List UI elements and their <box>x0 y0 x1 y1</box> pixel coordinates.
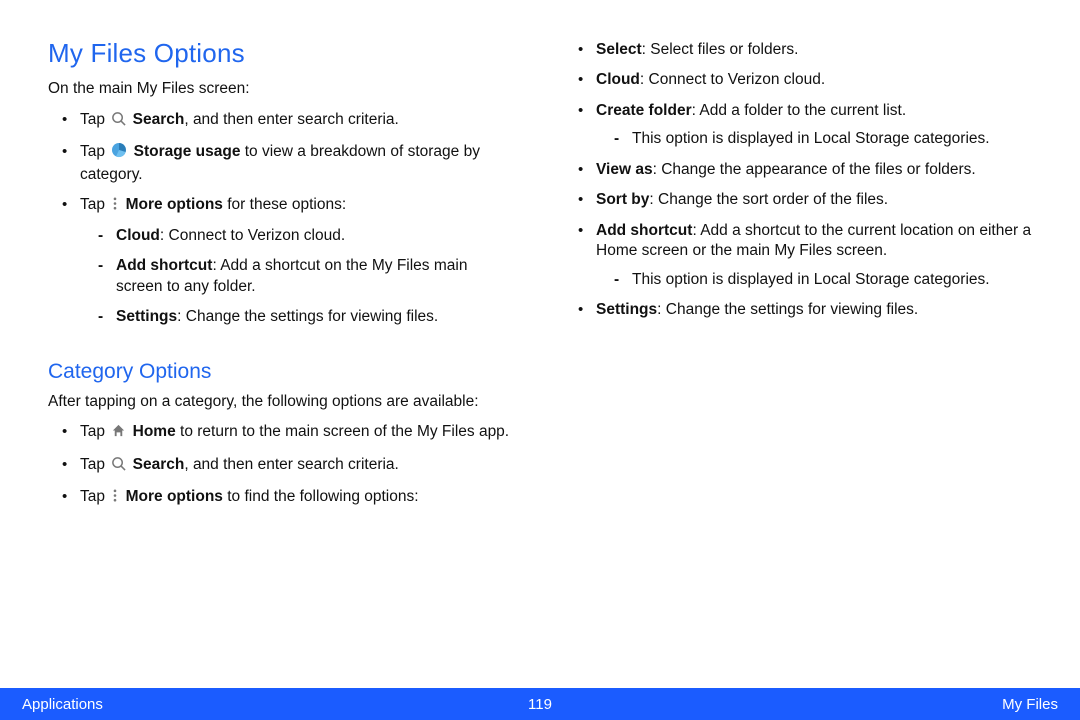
bold-term: Cloud <box>116 227 160 244</box>
text: This option is displayed in Local Storag… <box>632 130 990 147</box>
bold-term: More options <box>126 488 223 505</box>
list-item: Add shortcut: Add a shortcut to the curr… <box>582 221 1032 290</box>
sub-list: This option is displayed in Local Storag… <box>618 270 1032 290</box>
text: to return to the main screen of the My F… <box>176 423 509 440</box>
footer-page-number: 119 <box>367 696 712 713</box>
bold-term: Add shortcut <box>596 222 692 239</box>
right-bullet-list: Select: Select files or folders. Cloud: … <box>582 40 1032 331</box>
text: : Connect to Verizon cloud. <box>640 71 825 88</box>
sub-list: This option is displayed in Local Storag… <box>618 129 1032 149</box>
list-item: Tap Search, and then enter search criter… <box>66 110 516 132</box>
more-options-icon <box>111 488 119 509</box>
category-bullet-list: Tap Home to return to the main screen of… <box>66 422 516 519</box>
bold-term: More options <box>126 196 223 213</box>
list-item: Cloud: Connect to Verizon cloud. <box>102 226 516 246</box>
list-item: Tap More options for these options: Clou… <box>66 195 516 327</box>
text: : Connect to Verizon cloud. <box>160 227 345 244</box>
page-footer: Applications 119 My Files <box>0 688 1080 720</box>
bold-term: Settings <box>596 301 657 318</box>
text: to find the following options: <box>223 488 419 505</box>
text: : Change the appearance of the files or … <box>653 161 976 178</box>
more-options-icon <box>111 196 119 217</box>
bold-term: View as <box>596 161 653 178</box>
bold-term: Cloud <box>596 71 640 88</box>
intro-text: On the main My Files screen: <box>48 79 516 100</box>
text: Tap <box>80 143 109 160</box>
text: Tap <box>80 488 109 505</box>
list-item: Add shortcut: Add a shortcut on the My F… <box>102 256 516 297</box>
text: : Change the settings for viewing files. <box>177 308 438 325</box>
text: This option is displayed in Local Storag… <box>632 271 990 288</box>
list-item: Tap Home to return to the main screen of… <box>66 422 516 444</box>
footer-left: Applications <box>22 696 367 713</box>
text: , and then enter search criteria. <box>184 456 399 473</box>
section-heading: My Files Options <box>48 38 516 69</box>
list-item: Tap Storage usage to view a breakdown of… <box>66 142 516 185</box>
bold-term: Search <box>133 456 185 473</box>
bold-term: Search <box>133 111 185 128</box>
text: : Change the settings for viewing files. <box>657 301 918 318</box>
text: Tap <box>80 196 109 213</box>
list-item: Create folder: Add a folder to the curre… <box>582 101 1032 150</box>
text: : Select files or folders. <box>642 41 799 58</box>
storage-icon <box>111 142 127 164</box>
list-item: Settings: Change the settings for viewin… <box>582 300 1032 320</box>
bold-term: Settings <box>116 308 177 325</box>
text: : Change the sort order of the files. <box>649 191 888 208</box>
list-item: This option is displayed in Local Storag… <box>618 270 1032 290</box>
list-item: Settings: Change the settings for viewin… <box>102 307 516 327</box>
list-item: This option is displayed in Local Storag… <box>618 129 1032 149</box>
text: : Add a folder to the current list. <box>692 102 907 119</box>
footer-right: My Files <box>713 696 1058 713</box>
main-bullet-list: Tap Search, and then enter search criter… <box>66 110 516 338</box>
home-icon <box>111 423 126 444</box>
sub-intro-text: After tapping on a category, the followi… <box>48 392 516 413</box>
right-column: Select: Select files or folders. Cloud: … <box>564 38 1032 668</box>
list-item: View as: Change the appearance of the fi… <box>582 160 1032 180</box>
text: Tap <box>80 456 109 473</box>
list-item: Sort by: Change the sort order of the fi… <box>582 190 1032 210</box>
bold-term: Sort by <box>596 191 649 208</box>
list-item: Select: Select files or folders. <box>582 40 1032 60</box>
subsection-heading: Category Options <box>48 360 516 384</box>
list-item: Tap Search, and then enter search criter… <box>66 455 516 477</box>
search-icon <box>111 456 126 477</box>
text: Tap <box>80 423 109 440</box>
search-icon <box>111 111 126 132</box>
list-item: Tap More options to find the following o… <box>66 487 516 509</box>
text: for these options: <box>223 196 346 213</box>
page-body: My Files Options On the main My Files sc… <box>0 0 1080 688</box>
bold-term: Home <box>133 423 176 440</box>
left-column: My Files Options On the main My Files sc… <box>48 38 516 668</box>
bold-term: Add shortcut <box>116 257 212 274</box>
bold-term: Storage usage <box>134 143 241 160</box>
text: , and then enter search criteria. <box>184 111 399 128</box>
text: Tap <box>80 111 109 128</box>
list-item: Cloud: Connect to Verizon cloud. <box>582 70 1032 90</box>
bold-term: Create folder <box>596 102 692 119</box>
bold-term: Select <box>596 41 642 58</box>
sub-list: Cloud: Connect to Verizon cloud. Add sho… <box>102 226 516 328</box>
